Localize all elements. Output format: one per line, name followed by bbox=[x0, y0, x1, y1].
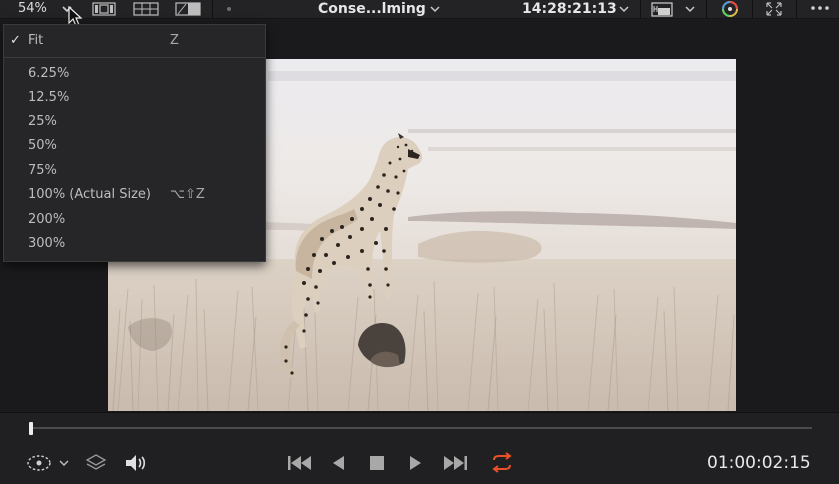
menu-item-label: 12.5% bbox=[28, 90, 70, 105]
dot-indicator-icon bbox=[227, 7, 231, 11]
toolbar-divider bbox=[706, 0, 707, 19]
zoom-menu-item-50[interactable]: 50% bbox=[4, 134, 265, 158]
grid-viewer-icon[interactable] bbox=[133, 0, 159, 18]
loop-icon[interactable] bbox=[488, 451, 516, 475]
toolbar-divider bbox=[212, 0, 213, 19]
zoom-level[interactable]: 54% bbox=[18, 0, 47, 19]
menu-item-label: 50% bbox=[28, 138, 57, 153]
chevron-down-icon[interactable] bbox=[428, 2, 442, 16]
dynamic-trim-icon[interactable] bbox=[26, 452, 54, 474]
zoom-menu-item-6-25[interactable]: 6.25% bbox=[4, 62, 265, 86]
color-wheel-icon[interactable] bbox=[718, 0, 742, 18]
zoom-menu-item-300[interactable]: 300% bbox=[4, 232, 265, 256]
menu-item-label: 25% bbox=[28, 114, 57, 129]
zoom-menu-item-25[interactable]: 25% bbox=[4, 110, 265, 134]
menu-item-label: 200% bbox=[28, 212, 66, 227]
volume-icon[interactable] bbox=[123, 452, 149, 474]
layers-icon[interactable] bbox=[84, 452, 108, 474]
play-icon[interactable] bbox=[404, 452, 426, 474]
checkmark-icon: ✓ bbox=[10, 33, 21, 48]
scrubber-track[interactable] bbox=[30, 427, 812, 429]
fullscreen-icon[interactable] bbox=[764, 0, 784, 18]
zoom-menu: ✓ Fit Z 6.25% 12.5% 25% 50% 75% 100% (Ac… bbox=[3, 24, 266, 262]
menu-item-label: 6.25% bbox=[28, 66, 70, 81]
menu-item-shortcut: ⌥⇧Z bbox=[170, 187, 205, 202]
zoom-menu-item-12-5[interactable]: 12.5% bbox=[4, 86, 265, 110]
skip-to-end-icon[interactable] bbox=[442, 452, 470, 474]
source-timecode: 14:28:21:13 bbox=[522, 1, 617, 17]
split-wipe-icon[interactable] bbox=[175, 0, 201, 18]
zoom-menu-item-100[interactable]: 100% (Actual Size) ⌥⇧Z bbox=[4, 183, 265, 207]
viewer-toolbar: 54% Conse...lming 14:28:21:13 bbox=[0, 0, 839, 27]
skip-to-start-icon[interactable] bbox=[285, 452, 313, 474]
menu-item-shortcut: Z bbox=[170, 33, 179, 48]
stop-icon[interactable] bbox=[366, 452, 388, 474]
zoom-menu-item-75[interactable]: 75% bbox=[4, 159, 265, 183]
menu-item-label: 100% (Actual Size) bbox=[28, 187, 151, 202]
record-timecode: 01:00:02:15 bbox=[707, 453, 811, 473]
single-viewer-icon[interactable] bbox=[92, 0, 116, 18]
hq-playback-icon[interactable] bbox=[650, 0, 676, 18]
zoom-menu-item-fit[interactable]: ✓ Fit Z bbox=[4, 29, 265, 53]
menu-item-label: 300% bbox=[28, 236, 66, 251]
clip-title[interactable]: Conse...lming bbox=[318, 0, 426, 18]
menu-item-label: Fit bbox=[28, 33, 44, 48]
toolbar-divider bbox=[640, 0, 641, 19]
chevron-down-icon[interactable] bbox=[58, 456, 70, 470]
menu-divider bbox=[4, 57, 265, 58]
zoom-menu-item-200[interactable]: 200% bbox=[4, 208, 265, 232]
toolbar-divider bbox=[796, 0, 797, 19]
toolbar-divider bbox=[752, 0, 753, 19]
playhead[interactable] bbox=[29, 422, 33, 435]
chevron-down-icon[interactable] bbox=[617, 2, 631, 16]
more-options-icon[interactable] bbox=[808, 0, 832, 18]
play-reverse-icon[interactable] bbox=[328, 452, 350, 474]
menu-item-label: 75% bbox=[28, 163, 57, 178]
chevron-down-icon[interactable] bbox=[683, 2, 697, 16]
